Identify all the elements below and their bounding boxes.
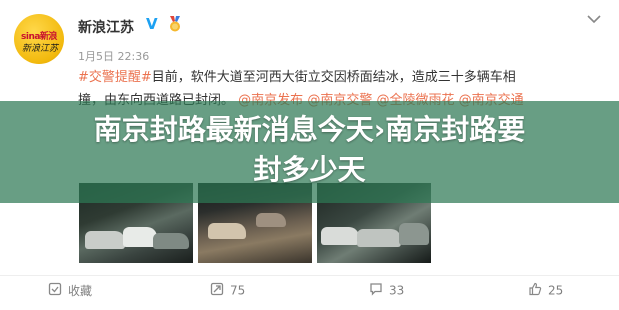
favorite-icon — [48, 282, 62, 299]
favorite-label: 收藏 — [68, 284, 93, 298]
like-icon — [528, 282, 542, 299]
repost-button[interactable]: 75 — [210, 282, 245, 299]
post-body-1: 目前，软件大道至河西大街立交因桥面结冰，造成三十多辆车相 — [151, 70, 516, 85]
comment-count: 33 — [389, 283, 405, 298]
comment-button[interactable]: 33 — [369, 282, 404, 299]
hashtag-link[interactable]: #交警提醒# — [78, 70, 152, 85]
repost-count: 75 — [230, 283, 246, 298]
banner-title-line: 封多少天 — [253, 153, 366, 186]
avatar-script-text: 新浪江苏 — [22, 44, 59, 54]
medal-icon — [170, 16, 180, 32]
chevron-down-icon[interactable] — [587, 12, 601, 28]
action-bar — [0, 275, 619, 310]
banner-title: 南京封路最新消息今天›南京封路要 封多少天 — [0, 110, 619, 190]
repost-icon — [210, 282, 224, 299]
avatar[interactable]: sina新浪 新浪江苏 — [14, 14, 64, 64]
banner-title-line: 南京封路最新消息今天›南京封路要 — [93, 113, 526, 146]
account-name[interactable]: 新浪江苏 — [78, 17, 134, 37]
comment-icon — [369, 282, 383, 299]
like-button[interactable]: 25 — [528, 282, 563, 299]
favorite-button[interactable]: 收藏 — [48, 282, 92, 299]
like-count: 25 — [548, 283, 564, 298]
weibo-post-card: sina新浪 新浪江苏 新浪江苏 V 1月5日 22:36 #交警提醒#目前，软… — [0, 0, 619, 310]
post-time: 1月5日 22:36 — [78, 50, 150, 63]
verified-icon: V — [146, 15, 158, 33]
